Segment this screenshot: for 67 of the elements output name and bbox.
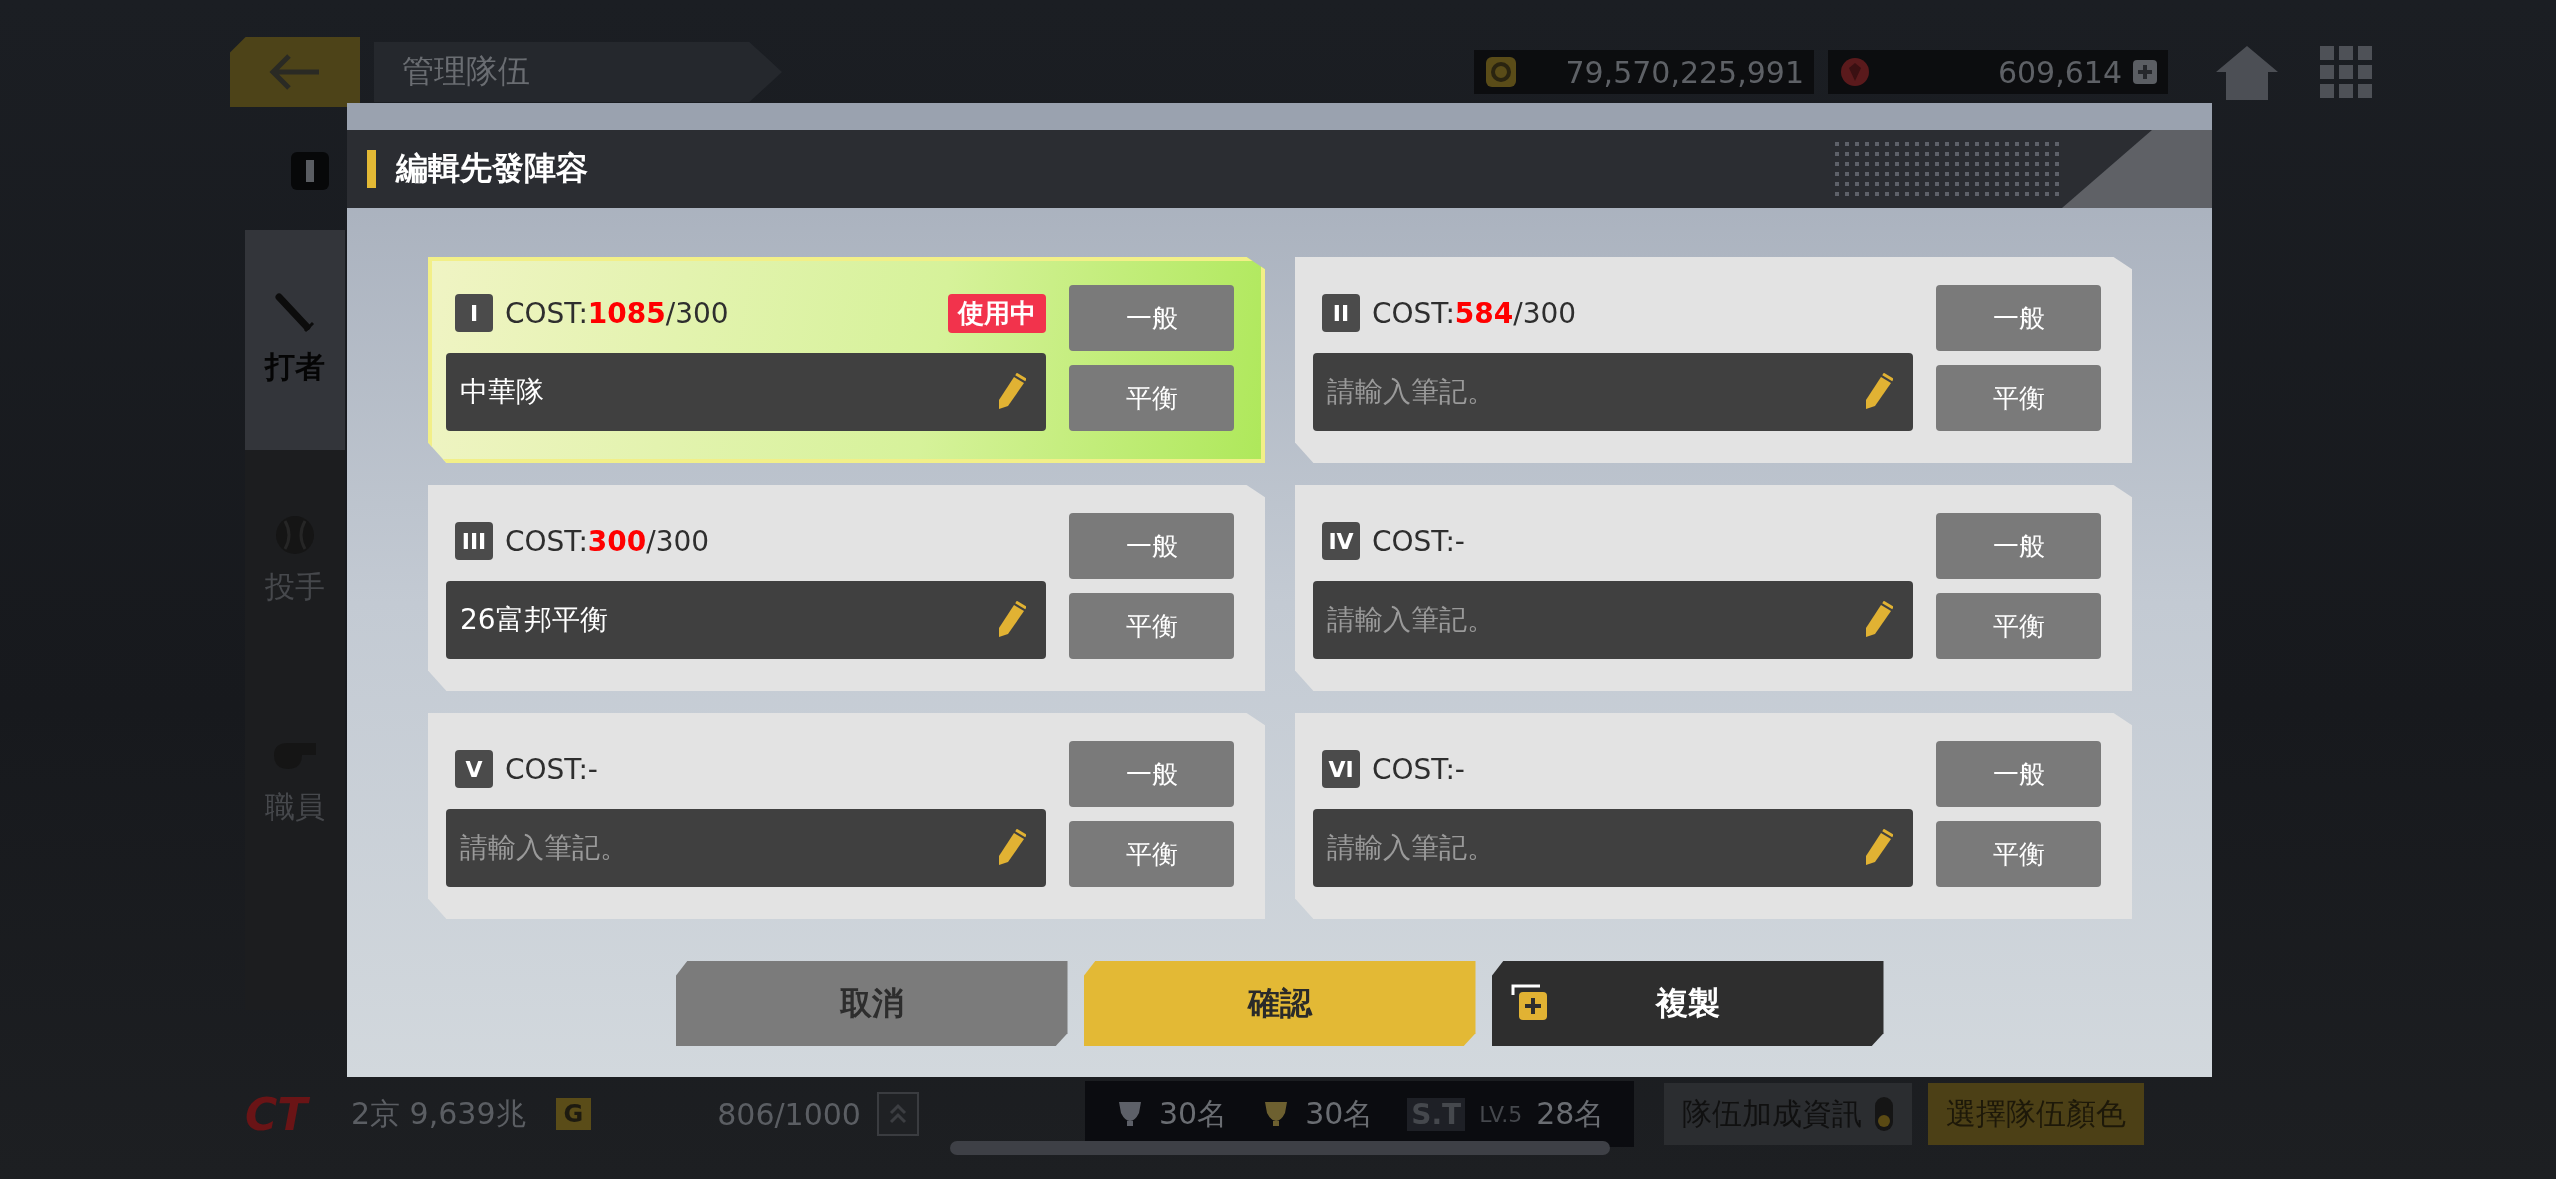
action-button[interactable]: 複製 (1491, 961, 1884, 1046)
page-title: 管理隊伍 (402, 51, 530, 92)
action-button[interactable]: 確認 (1083, 961, 1476, 1046)
cost-label: COST:- (1372, 752, 1465, 786)
toggle-icon (1874, 1096, 1895, 1132)
cost-label: COST:- (1372, 524, 1465, 558)
mode-button[interactable]: 一般 (1936, 741, 2101, 807)
lineup-number: II (1322, 294, 1360, 332)
note-field[interactable]: 請輸入筆記。 (446, 809, 1046, 887)
lineup-number: VI (1322, 750, 1360, 788)
pencil-icon (1863, 829, 1893, 867)
note-field[interactable]: 請輸入筆記。 (1313, 809, 1913, 887)
title-accent (367, 150, 376, 188)
mode-button[interactable]: 平衡 (1069, 593, 1234, 659)
lineup-number: V (455, 750, 493, 788)
note-field[interactable]: 26富邦平衡 (446, 581, 1046, 659)
lineup-number: III (455, 522, 493, 560)
mode-button[interactable]: 平衡 (1069, 365, 1234, 431)
note-field[interactable]: 中華隊 (446, 353, 1046, 431)
pencil-icon (996, 373, 1026, 411)
currency-badge: G (555, 1098, 592, 1130)
add-icon[interactable] (2132, 59, 2158, 85)
expand-button[interactable] (876, 1092, 919, 1136)
cost-label: COST:300/300 (505, 524, 710, 558)
roster-marker-icon (291, 152, 329, 190)
rank-label: 30名 (1158, 1094, 1228, 1133)
rank-label: 28名 (1536, 1094, 1605, 1133)
lineup-card[interactable]: II COST:584/300 請輸入筆記。 一般 平衡 (1295, 257, 2132, 463)
level-label: LV.5 (1479, 1101, 1523, 1127)
currency-amount: 79,570,225,991 (1564, 54, 1804, 90)
mode-button[interactable]: 平衡 (1936, 593, 2101, 659)
mode-button[interactable]: 平衡 (1936, 821, 2101, 887)
mode-button[interactable]: 一般 (1069, 285, 1234, 351)
mode-button[interactable]: 平衡 (1069, 821, 1234, 887)
cost-label: COST:- (505, 752, 598, 786)
pencil-icon (1863, 373, 1893, 411)
mode-button[interactable]: 一般 (1069, 513, 1234, 579)
pencil-icon (1863, 601, 1893, 639)
mode-button[interactable]: 一般 (1936, 513, 2101, 579)
money-amount: 2京 9,639兆 (351, 1094, 526, 1133)
lineup-number: IV (1322, 522, 1360, 560)
mode-button[interactable]: 一般 (1936, 285, 2101, 351)
team-logo: CT (245, 1088, 311, 1140)
mode-button[interactable]: 平衡 (1936, 365, 2101, 431)
lineup-card[interactable]: III COST:300/300 26富邦平衡 一般 平衡 (428, 485, 1265, 691)
in-use-badge: 使用中 (948, 293, 1046, 333)
lineup-card[interactable]: V COST:- 請輸入筆記。 一般 平衡 (428, 713, 1265, 919)
back-button[interactable] (230, 37, 360, 107)
lineup-card[interactable]: VI COST:- 請輸入筆記。 一般 平衡 (1295, 713, 2132, 919)
pencil-icon (996, 601, 1026, 639)
note-field[interactable]: 請輸入筆記。 (1313, 581, 1913, 659)
lineup-number: I (455, 294, 493, 332)
action-button[interactable]: 取消 (675, 961, 1068, 1046)
gem-icon (1838, 55, 1872, 89)
currency-amount: 609,614 (1996, 54, 2122, 90)
card-count: 806/1000 (717, 1096, 861, 1132)
note-field[interactable]: 請輸入筆記。 (1313, 353, 1913, 431)
coin-icon (1484, 55, 1518, 89)
mode-button[interactable]: 一般 (1069, 741, 1234, 807)
copy-add-icon (1509, 983, 1550, 1023)
lineup-card[interactable]: I COST:1085/300 使用中 中華隊 一般 平衡 (428, 257, 1265, 463)
rank-label: 30名 (1305, 1094, 1374, 1133)
lineup-card[interactable]: IV COST:- 請輸入筆記。 一般 平衡 (1295, 485, 2132, 691)
pencil-icon (996, 829, 1026, 867)
cost-label: COST:1085/300 (505, 296, 729, 330)
cost-label: COST:584/300 (1372, 296, 1577, 330)
dialog-title: 編輯先發陣容 (396, 148, 588, 189)
